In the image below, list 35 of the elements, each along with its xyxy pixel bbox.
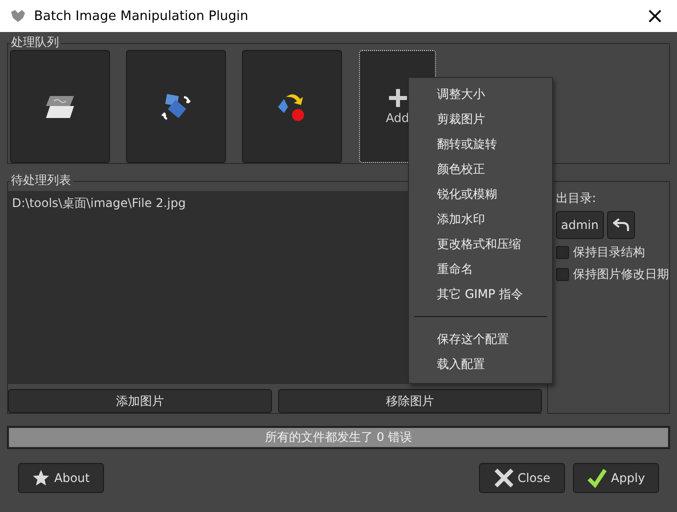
menu-item[interactable]: 重命名 bbox=[409, 257, 552, 282]
checkbox[interactable] bbox=[556, 246, 569, 259]
star-icon bbox=[32, 469, 50, 487]
close-button[interactable]: Close bbox=[479, 463, 565, 493]
app-icon bbox=[10, 9, 26, 23]
list-button[interactable]: 添加图片 bbox=[8, 389, 272, 413]
progress-text: 所有的文件都发生了 0 错误 bbox=[264, 429, 412, 446]
step-tile[interactable] bbox=[126, 50, 226, 163]
folder-button[interactable]: admin bbox=[556, 211, 604, 239]
menu-item[interactable]: 更改格式和压缩 bbox=[409, 232, 552, 257]
menu-item[interactable]: 保存这个配置 bbox=[409, 327, 552, 352]
menu-item[interactable]: 添加水印 bbox=[409, 207, 552, 232]
window-title: Batch Image Manipulation Plugin bbox=[34, 8, 250, 24]
menu-item[interactable]: 其它 GIMP 指令 bbox=[409, 282, 552, 307]
undo-button[interactable] bbox=[606, 211, 635, 239]
menu-item[interactable]: 载入配置 bbox=[409, 352, 552, 377]
check-icon bbox=[587, 468, 608, 488]
plus-icon bbox=[388, 88, 406, 106]
menu-item[interactable]: 锐化或模糊 bbox=[409, 182, 552, 207]
apply-button[interactable]: Apply bbox=[573, 463, 659, 493]
layers-icon bbox=[44, 94, 76, 120]
list-button[interactable]: 移除图片 bbox=[278, 389, 542, 413]
frame-label: 待处理列表 bbox=[11, 173, 73, 187]
output-label: 出目录: bbox=[556, 190, 596, 207]
step-tile[interactable] bbox=[10, 50, 110, 163]
about-button[interactable]: About bbox=[18, 463, 104, 493]
checkbox-label: 保持图片修改日期 bbox=[573, 266, 669, 283]
checkbox-label: 保持目录结构 bbox=[573, 244, 645, 261]
undo-icon bbox=[612, 218, 629, 232]
add-label: Add bbox=[386, 110, 410, 124]
frame-label: 处理队列 bbox=[11, 35, 61, 49]
checkbox[interactable] bbox=[556, 268, 569, 281]
close-button[interactable]: × bbox=[633, 0, 677, 32]
close-icon bbox=[494, 468, 514, 488]
step-tile[interactable] bbox=[242, 50, 342, 163]
